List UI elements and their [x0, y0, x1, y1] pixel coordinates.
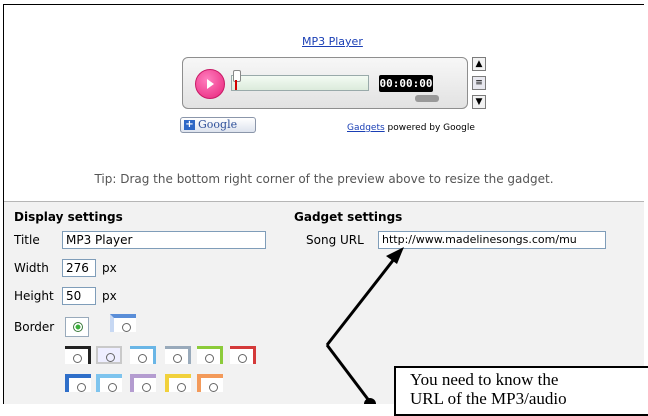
annotation-arrows	[325, 247, 404, 404]
arrow-head	[386, 247, 404, 264]
callout-line-2: URL of the MP3/audio	[410, 389, 567, 408]
arrow-line-up	[325, 253, 400, 346]
callout-line-1: You need to know the	[410, 370, 559, 389]
arrow-line-down	[325, 344, 372, 403]
annotation-callout: You need to know the URL of the MP3/audi…	[394, 366, 648, 416]
